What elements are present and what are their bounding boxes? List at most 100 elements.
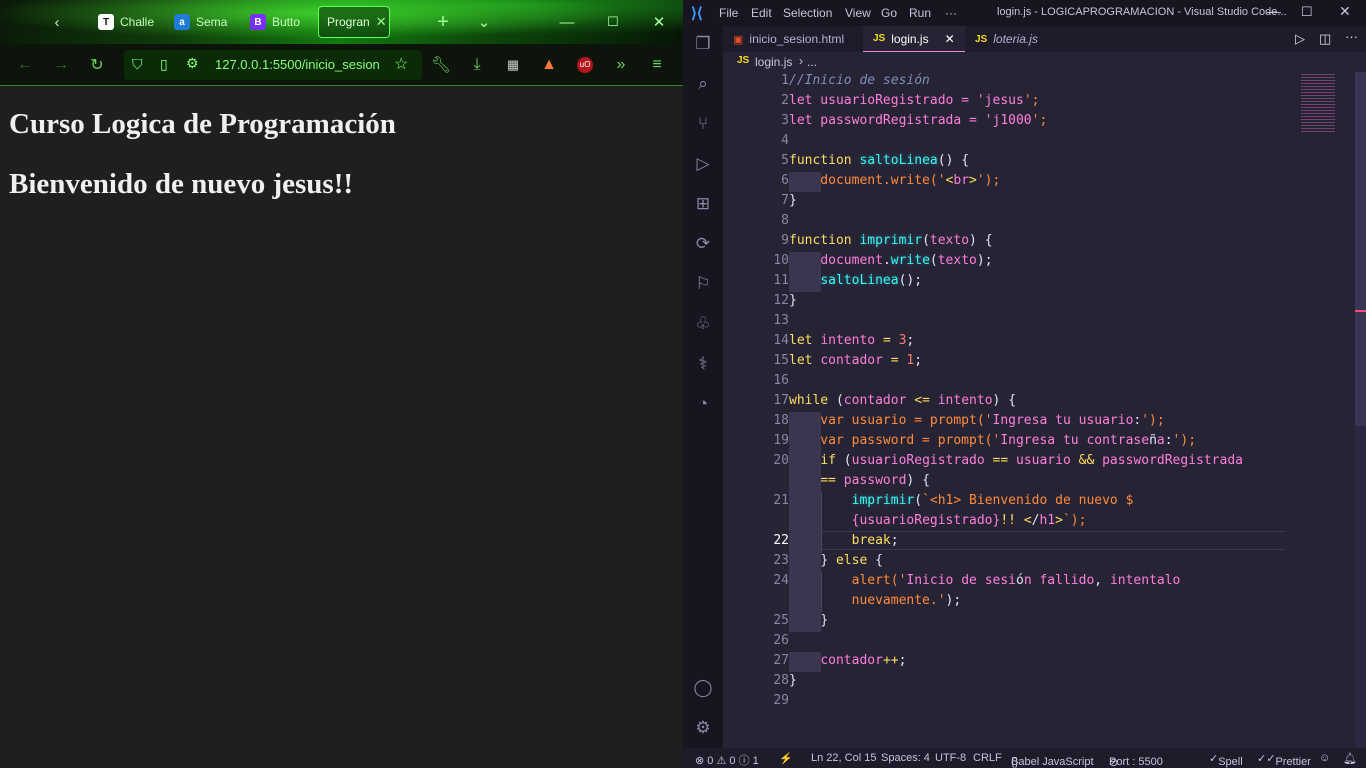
- wrench-icon[interactable]: 🔧︎: [428, 52, 454, 78]
- close-tab-icon[interactable]: ✕: [945, 32, 955, 46]
- maximize-icon[interactable]: ☐: [1301, 4, 1313, 20]
- end-of-line[interactable]: CRLF: [973, 752, 1002, 764]
- code-line[interactable]: imprimir(`<h1> Bienvenido de nuevo $: [789, 493, 1134, 508]
- new-tab-icon[interactable]: +: [430, 9, 456, 35]
- run-file-icon[interactable]: ▷: [1295, 31, 1305, 47]
- code-line[interactable]: let usuarioRegistrado = 'jesus';: [789, 93, 1039, 108]
- browser-tab-2[interactable]: a Sema: [166, 6, 234, 38]
- tree-icon[interactable]: ♧: [691, 312, 715, 336]
- explorer-icon[interactable]: ❐: [691, 32, 715, 56]
- menu-icon[interactable]: ≡: [644, 52, 670, 78]
- menu-file[interactable]: File: [719, 6, 738, 20]
- breadcrumb-file[interactable]: login.js: [755, 55, 792, 69]
- tab-scroll-right-icon[interactable]: ›: [394, 9, 420, 35]
- extension-icon[interactable]: ▦: [500, 52, 526, 78]
- close-window-icon[interactable]: ✕: [1339, 3, 1351, 20]
- ublock-icon[interactable]: uO: [572, 52, 598, 78]
- tab-loteria-js[interactable]: JS loteria.js: [965, 26, 1055, 52]
- code-line[interactable]: }: [789, 673, 797, 688]
- menu-edit[interactable]: Edit: [751, 6, 772, 20]
- url-bar[interactable]: ⛉ ▯ ⚙ 127.0.0.1:5500/inicio_sesion ☆: [124, 50, 422, 80]
- extensions-icon[interactable]: ⊞: [691, 192, 715, 216]
- code-line[interactable]: nuevamente.');: [789, 593, 962, 608]
- tab-scroll-left-icon[interactable]: ‹: [44, 9, 70, 35]
- code-line[interactable]: == password) {: [789, 473, 930, 488]
- code-line[interactable]: contador++;: [789, 653, 906, 668]
- browser-tab-1[interactable]: T Challe: [90, 6, 158, 38]
- code-line[interactable]: {usuarioRegistrado}!! </h1>`);: [789, 513, 1087, 528]
- menu-go[interactable]: Go: [881, 6, 897, 20]
- bookmark-star-icon[interactable]: ☆: [394, 54, 408, 74]
- settings-gear-icon[interactable]: ⚙: [691, 716, 715, 740]
- code-line[interactable]: } else {: [789, 553, 883, 568]
- notifications-icon[interactable]: 🔔︎: [1343, 752, 1357, 765]
- code-line[interactable]: let passwordRegistrada = 'j1000';: [789, 113, 1047, 128]
- more-actions-icon[interactable]: ···: [1345, 29, 1358, 44]
- search-icon[interactable]: ⌕: [691, 72, 715, 96]
- code-line[interactable]: document.write(texto);: [789, 253, 992, 268]
- bookmark-icon[interactable]: ⚐: [691, 272, 715, 296]
- problems-status[interactable]: ⊗ 0 ⚠ 0 ⓘ 1: [695, 752, 759, 768]
- menu-more[interactable]: ···: [945, 6, 957, 20]
- browser-tab-active[interactable]: Progran ✕: [318, 6, 390, 38]
- menu-selection[interactable]: Selection: [783, 6, 832, 20]
- source-control-icon[interactable]: ⑂: [691, 112, 715, 136]
- code-line[interactable]: saltoLinea();: [789, 273, 922, 288]
- chevron-down-icon[interactable]: ⌄: [471, 9, 497, 35]
- code-line[interactable]: //Inicio de sesión: [789, 73, 930, 88]
- code-editor[interactable]: 1 2 3 4 5 6 7 8 9 10 11 12 13 14 15 16 17 18 19 20 21 22 23 24 2…: [723, 72, 1366, 748]
- prettier-status[interactable]: ✓✓ Prettier: [1257, 752, 1311, 768]
- encoding[interactable]: UTF-8: [935, 752, 966, 764]
- split-editor-icon[interactable]: ◫: [1319, 31, 1331, 47]
- close-window-icon[interactable]: ✕: [646, 9, 672, 35]
- tab-inicio-sesion[interactable]: ▣ inicio_sesion.html: [723, 26, 863, 52]
- maximize-icon[interactable]: ☐: [600, 9, 626, 35]
- menu-view[interactable]: View: [845, 6, 871, 20]
- chevron-right-icon: ›: [799, 54, 803, 68]
- window-title: login.js - LOGICAPROGRAMACION - Visual S…: [997, 6, 1287, 18]
- url-text[interactable]: 127.0.0.1:5500/inicio_sesion: [215, 57, 387, 72]
- code-line[interactable]: if (usuarioRegistrado == usuario && pass…: [789, 453, 1243, 468]
- spell-status[interactable]: ✓ Spell: [1209, 752, 1243, 768]
- code-line[interactable]: }: [789, 293, 797, 308]
- code-line[interactable]: function saltoLinea() {: [789, 153, 969, 168]
- python-icon[interactable]: ⚕: [691, 352, 715, 376]
- code-line[interactable]: let intento = 3;: [789, 333, 914, 348]
- menu-run[interactable]: Run: [909, 6, 931, 20]
- run-debug-icon[interactable]: ▷: [691, 152, 715, 176]
- page-icon[interactable]: ▯: [160, 56, 168, 73]
- minimap[interactable]: [1295, 72, 1355, 748]
- code-line[interactable]: }: [789, 613, 828, 628]
- git-graph-icon[interactable]: ◔: [691, 392, 715, 416]
- sync-icon[interactable]: ⚡: [779, 752, 793, 765]
- close-tab-icon[interactable]: ✕: [376, 14, 387, 30]
- more-extensions-icon[interactable]: »: [608, 52, 634, 78]
- code-line[interactable]: while (contador <= intento) {: [789, 393, 1016, 408]
- account-icon[interactable]: ◯: [691, 676, 715, 700]
- minimize-icon[interactable]: —: [554, 9, 580, 35]
- code-line[interactable]: alert('Inicio de sesión fallido, intenta…: [789, 573, 1181, 588]
- browser-tab-3[interactable]: B Butto: [242, 6, 310, 38]
- code-line[interactable]: function imprimir(texto) {: [789, 233, 993, 248]
- lighthouse-icon[interactable]: ▲: [536, 52, 562, 78]
- code-line[interactable]: var password = prompt('Ingresa tu contra…: [789, 433, 1196, 448]
- code-line[interactable]: document.write('<br>');: [789, 173, 1000, 188]
- breadcrumb-more[interactable]: ...: [807, 55, 817, 69]
- download-icon[interactable]: ⤓: [464, 52, 490, 78]
- forward-icon[interactable]: →: [48, 52, 74, 78]
- back-icon[interactable]: ←: [12, 52, 38, 78]
- indentation[interactable]: Spaces: 4: [881, 752, 930, 764]
- shield-icon[interactable]: ⛉: [132, 56, 143, 73]
- feedback-icon[interactable]: ☺: [1319, 752, 1330, 764]
- reload-icon[interactable]: ↻: [84, 52, 110, 78]
- code-line[interactable]: var usuario = prompt('Ingresa tu usuario…: [789, 413, 1164, 428]
- vertical-scrollbar[interactable]: [1355, 72, 1366, 748]
- remote-icon[interactable]: ⟳: [691, 232, 715, 256]
- code-line[interactable]: let contador = 1;: [789, 353, 922, 368]
- cursor-position[interactable]: Ln 22, Col 15: [811, 752, 876, 764]
- site-settings-icon[interactable]: ⚙: [186, 55, 199, 72]
- minimize-icon[interactable]: —: [1267, 3, 1281, 19]
- tab-login-js[interactable]: JS login.js ✕: [863, 26, 965, 52]
- code-line[interactable]: break;: [789, 533, 899, 548]
- code-line[interactable]: }: [789, 193, 797, 208]
